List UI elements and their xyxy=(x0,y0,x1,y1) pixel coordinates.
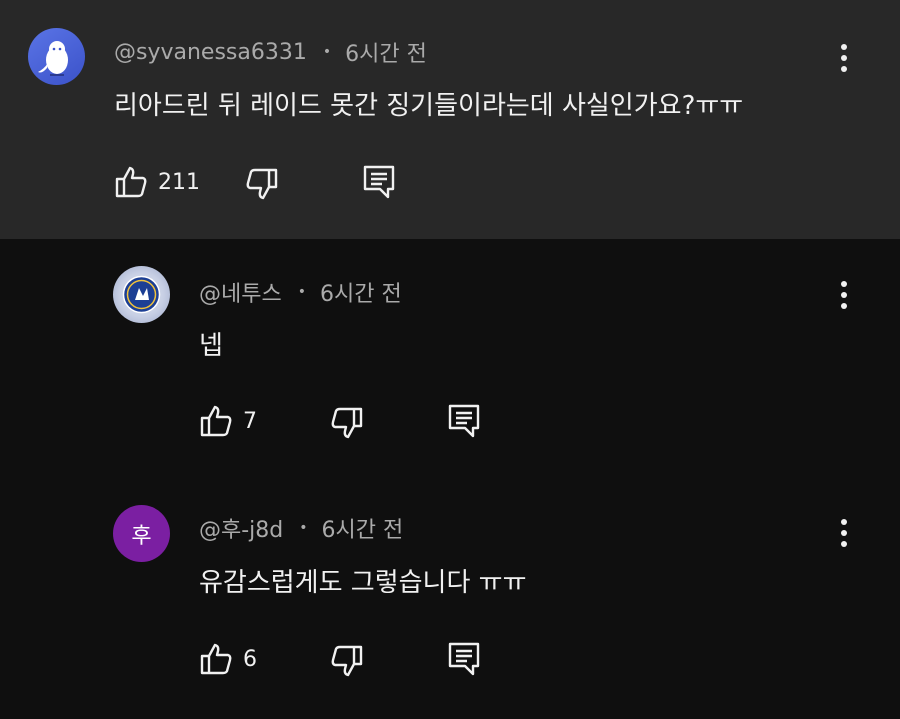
reply-comment: 후 @후-j8d • 6시간 전 유감스럽게도 그렇습니다 ㅠㅠ 6 xyxy=(0,489,900,719)
reply-button[interactable] xyxy=(447,641,481,677)
author-name[interactable]: @네투스 xyxy=(199,276,282,308)
thumbs-down-icon xyxy=(331,645,363,677)
avatar-initial: 후 xyxy=(131,523,152,549)
like-count: 6 xyxy=(243,646,257,672)
reply-comment: @네투스 • 6시간 전 넵 7 xyxy=(0,239,900,489)
reply-comment-icon xyxy=(448,404,480,438)
like-count: 211 xyxy=(158,169,200,195)
timestamp[interactable]: 6시간 전 xyxy=(320,276,402,308)
reply-button[interactable] xyxy=(362,164,396,200)
more-vertical-icon[interactable] xyxy=(829,275,859,315)
reply-comment-icon xyxy=(448,642,480,676)
dislike-button[interactable] xyxy=(330,644,364,678)
like-button[interactable]: 211 xyxy=(114,165,200,199)
crest-icon xyxy=(122,275,161,314)
reply-comment-icon xyxy=(363,165,395,199)
more-vertical-icon[interactable] xyxy=(829,513,859,553)
separator-dot: • xyxy=(297,284,306,300)
comment-text: 유감스럽게도 그렇습니다 ㅠㅠ xyxy=(199,568,527,598)
comment-text: 리아드린 뒤 레이드 못간 징기들이라는데 사실인가요?ㅠㅠ xyxy=(114,91,744,121)
like-button[interactable]: 7 xyxy=(199,404,257,438)
thumbs-up-icon xyxy=(200,643,232,675)
separator-dot: • xyxy=(299,520,308,536)
dislike-button[interactable] xyxy=(330,406,364,440)
thumbs-up-icon xyxy=(200,405,232,437)
thumbs-down-icon xyxy=(331,407,363,439)
timestamp[interactable]: 6시간 전 xyxy=(345,36,427,68)
comment-text: 넵 xyxy=(199,331,223,361)
dislike-button[interactable] xyxy=(245,167,279,201)
more-vertical-icon[interactable] xyxy=(829,38,859,78)
comment-header: @syvanessa6331 • 6시간 전 xyxy=(114,36,427,68)
comment-thread-top: @syvanessa6331 • 6시간 전 리아드린 뒤 레이드 못간 징기들… xyxy=(0,0,900,239)
thumbs-up-icon xyxy=(115,166,147,198)
club-crest-avatar[interactable] xyxy=(113,266,170,323)
initial-avatar[interactable]: 후 xyxy=(113,505,170,562)
comment-header: @후-j8d • 6시간 전 xyxy=(199,512,403,544)
separator-dot: • xyxy=(322,44,332,60)
author-name[interactable]: @syvanessa6331 xyxy=(114,40,307,65)
comment-header: @네투스 • 6시간 전 xyxy=(199,276,402,308)
author-name[interactable]: @후-j8d xyxy=(199,512,283,544)
like-button[interactable]: 6 xyxy=(199,642,257,676)
like-count: 7 xyxy=(243,408,257,434)
timestamp[interactable]: 6시간 전 xyxy=(322,512,404,544)
thumbs-down-icon xyxy=(246,168,278,200)
reply-button[interactable] xyxy=(447,403,481,439)
owl-avatar[interactable] xyxy=(28,28,85,85)
owl-icon xyxy=(38,41,68,76)
